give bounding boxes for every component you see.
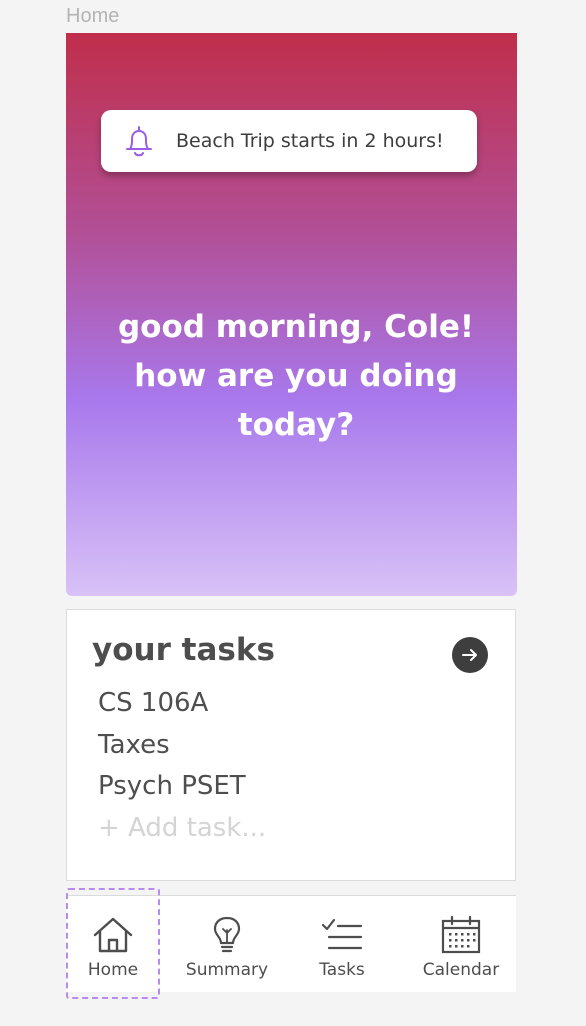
home-icon	[92, 896, 134, 958]
task-list: CS 106A Taxes Psych PSET	[98, 683, 246, 808]
notification-banner[interactable]: Beach Trip starts in 2 hours!	[101, 110, 477, 172]
nav-item-home[interactable]: Home	[66, 896, 160, 993]
task-item[interactable]: CS 106A	[98, 683, 246, 725]
bottom-nav: Home Summary Tasks Calendar	[66, 895, 516, 992]
nav-label-summary: Summary	[185, 960, 269, 980]
calendar-icon	[441, 896, 481, 958]
tasks-card: your tasks CS 106A Taxes Psych PSET + Ad…	[66, 609, 516, 881]
hero-banner: Beach Trip starts in 2 hours! good morni…	[66, 33, 517, 596]
task-item[interactable]: Taxes	[98, 725, 246, 767]
tasks-title: your tasks	[92, 632, 275, 668]
bell-icon	[123, 125, 155, 159]
add-task-input[interactable]: + Add task...	[98, 808, 266, 850]
greeting-line: good morning, Cole!	[117, 309, 474, 345]
nav-label-calendar: Calendar	[422, 960, 500, 980]
frame-label: Home	[66, 5, 120, 27]
checklist-icon	[321, 896, 363, 958]
greeting-line: how are you doing	[134, 358, 458, 394]
nav-item-summary[interactable]: Summary	[176, 896, 278, 993]
notification-text: Beach Trip starts in 2 hours!	[176, 130, 444, 152]
greeting-line: today?	[237, 407, 355, 443]
open-tasks-button[interactable]	[452, 637, 488, 673]
lightbulb-icon	[211, 896, 243, 958]
nav-label-tasks: Tasks	[319, 960, 365, 980]
greeting-message: good morning, Cole! how are you doing to…	[86, 303, 506, 450]
nav-label-home: Home	[87, 960, 139, 980]
nav-item-calendar[interactable]: Calendar	[414, 896, 508, 993]
nav-item-tasks[interactable]: Tasks	[298, 896, 386, 993]
task-item[interactable]: Psych PSET	[98, 766, 246, 808]
